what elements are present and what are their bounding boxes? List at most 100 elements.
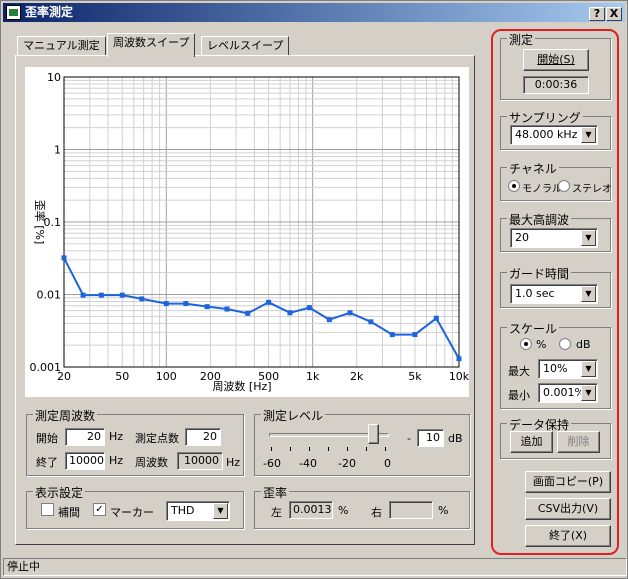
quit-button[interactable]: 終了(X) [525,525,611,547]
chevron-down-icon[interactable]: ▼ [213,503,228,519]
data-point [80,292,86,298]
level-tick-mark [347,447,348,451]
y-tick-label: 0.001 [30,361,62,374]
data-point [412,332,418,338]
data-point [163,301,169,307]
interp-label: 補間 [58,506,80,519]
data-point [119,292,125,298]
level-tick-mark [290,447,291,451]
data-point [183,301,189,307]
chevron-down-icon[interactable]: ▼ [581,286,596,302]
level-minus: - [407,432,411,445]
start-button[interactable]: 開始(S) [523,49,589,71]
sampling-select-value: 48.000 kHz [515,128,578,141]
scale-group-title: スケール [507,320,560,337]
points-label: 測定点数 [135,432,179,445]
level-group-title: 測定レベル [261,407,326,424]
marker-label: マーカー [110,506,154,519]
end-freq-label: 終了 [36,456,58,469]
harmonic-select-value: 20 [515,231,529,244]
marker-checkbox[interactable]: ✓ [93,503,106,516]
scale-min-select[interactable]: 0.001% ▼ [538,383,598,403]
delete-data-button[interactable]: 削除 [557,431,600,453]
data-point [287,310,293,316]
chart-ticks: 20 50 100 200 500 1k 2k 5k 10k1010.10.010.001 [30,71,470,383]
data-point [204,304,210,310]
level-tick--40: -40 [299,457,317,470]
add-data-button[interactable]: 追加 [510,431,553,453]
screen-copy-button[interactable]: 画面コピー(P) [525,471,611,493]
scale-max-value: 10% [543,362,568,375]
y-tick-label: 1 [54,144,61,157]
mode-select-value: THD [171,504,195,517]
data-point [266,299,272,305]
x-tick-label: 5k [408,370,422,383]
chevron-down-icon[interactable]: ▼ [581,361,596,377]
level-unit: dB [448,432,463,445]
sampling-select[interactable]: 48.000 kHz ▼ [510,125,598,145]
y-tick-label: 10 [47,71,61,84]
data-point [389,332,395,338]
csv-export-button[interactable]: CSV出力(V) [525,498,611,520]
measure-group-title: 測定 [507,31,536,48]
data-point [306,305,312,311]
stereo-radio[interactable] [558,180,570,192]
stereo-label: ステレオ [572,184,612,195]
data-point [368,319,374,325]
guard-select[interactable]: 1.0 sec ▼ [510,284,598,304]
level-slider-thumb[interactable] [368,424,380,444]
level-tick-0: 0 [384,457,391,470]
db-radio[interactable] [559,338,571,350]
end-freq-unit: Hz [109,454,124,467]
distortion-chart: 20 50 100 200 500 1k 2k 5k 10k1010.10.010.001 歪率… [25,67,469,397]
left-distortion-value: 0.0013 [289,501,333,519]
percent-label: % [536,338,547,351]
close-button[interactable]: X [606,7,622,21]
x-axis-label: 周波数 [Hz] [212,380,271,393]
data-point [98,292,104,298]
scale-min-label: 最小 [508,389,530,402]
freq-group-title: 測定周波数 [33,407,98,424]
x-tick-label: 10k [449,370,469,383]
mono-radio[interactable] [508,180,520,192]
level-input[interactable]: 10 [417,429,444,447]
distortion-group-title: 歪率 [261,484,290,501]
x-tick-label: 50 [115,370,129,383]
data-point [139,296,145,302]
scale-max-select[interactable]: 10% ▼ [538,359,598,379]
points-input[interactable]: 20 [185,428,221,446]
level-tick--20: -20 [338,457,356,470]
left-channel-label: 左 [271,506,282,519]
status-bar: 停止中 [3,558,627,576]
start-freq-unit: Hz [109,430,124,443]
scale-min-value: 0.001% [543,386,585,399]
data-point [245,310,251,316]
data-point [326,317,332,323]
x-tick-label: 2k [350,370,364,383]
current-freq-label: 周波数 [135,456,168,469]
tab-freq-sweep[interactable]: 周波数スイープ [107,33,196,57]
help-button[interactable]: ? [589,7,605,21]
level-tick-mark [366,447,367,451]
chevron-down-icon[interactable]: ▼ [581,385,596,401]
start-freq-input[interactable]: 20 [65,428,105,446]
percent-radio[interactable] [520,338,532,350]
tab-manual[interactable]: マニュアル測定 [17,36,106,56]
chevron-down-icon[interactable]: ▼ [581,230,596,246]
harmonic-select[interactable]: 20 ▼ [510,228,598,248]
y-tick-label: 0.01 [37,289,62,302]
interp-checkbox[interactable] [41,503,54,516]
end-freq-input[interactable]: 10000 [65,452,105,470]
level-tick-mark [271,447,272,451]
level-tick-mark [328,447,329,451]
mode-select[interactable]: THD ▼ [166,501,230,521]
chevron-down-icon[interactable]: ▼ [581,127,596,143]
x-tick-label: 1k [306,370,320,383]
left-unit: % [338,504,349,517]
tab-level-sweep[interactable]: レベルスイープ [201,36,290,56]
main-window: 歪率測定 ? X マニュアル測定 周波数スイープ レベルスイープ 20 50 100… [0,0,628,579]
data-point [347,310,353,316]
current-freq-unit: Hz [226,456,241,469]
guard-group-title: ガード時間 [507,265,572,282]
chart-grid [63,77,460,368]
